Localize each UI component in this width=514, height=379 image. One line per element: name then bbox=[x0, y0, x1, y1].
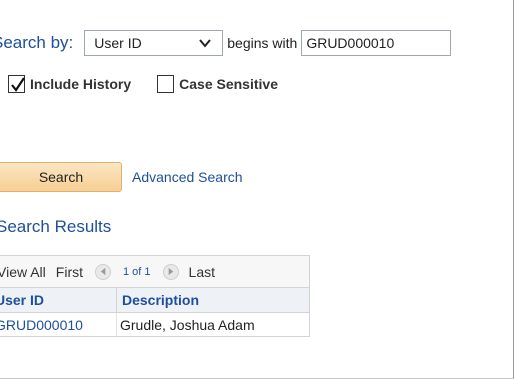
next-arrow-glyph bbox=[168, 267, 174, 276]
chevron-down-icon bbox=[199, 39, 212, 48]
search-field-selected-value: User ID bbox=[94, 35, 142, 51]
include-history-checkbox[interactable] bbox=[8, 75, 25, 93]
case-sensitive-label: Case Sensitive bbox=[179, 76, 278, 92]
search-results-grid: View All First 1 of 1 Last User ID Descr… bbox=[0, 255, 310, 337]
search-value-input[interactable] bbox=[301, 30, 452, 56]
grid-header-row: User ID Description bbox=[0, 288, 309, 313]
view-all-link[interactable]: View All bbox=[0, 264, 46, 280]
grid-navigation-bar: View All First 1 of 1 Last bbox=[0, 256, 309, 288]
page-count: 1 of 1 bbox=[123, 265, 151, 278]
search-options-row: Include History Case Sensitive bbox=[0, 71, 278, 97]
search-by-label: Search by: bbox=[0, 33, 74, 52]
first-page-link[interactable]: First bbox=[56, 264, 83, 280]
user-search-page: Search by: User ID begins with Include H… bbox=[0, 0, 514, 379]
include-history-label: Include History bbox=[30, 76, 132, 92]
next-arrow-icon[interactable] bbox=[162, 263, 179, 280]
description-cell: Grudle, Joshua Adam bbox=[120, 316, 255, 333]
search-field-select[interactable]: User ID bbox=[84, 30, 224, 56]
search-operator-label: begins with bbox=[227, 35, 298, 51]
last-page-link[interactable]: Last bbox=[189, 264, 215, 280]
search-criteria-row: Search by: User ID begins with bbox=[0, 28, 452, 58]
column-header-description[interactable]: Description bbox=[117, 288, 199, 312]
search-button[interactable]: Search bbox=[0, 162, 122, 192]
previous-arrow-icon[interactable] bbox=[95, 263, 111, 280]
table-row: GRUD000010 Grudle, Joshua Adam bbox=[0, 313, 309, 336]
case-sensitive-checkbox[interactable] bbox=[157, 75, 175, 93]
user-id-cell-link[interactable]: GRUD000010 bbox=[0, 313, 117, 336]
advanced-search-link[interactable]: Advanced Search bbox=[132, 169, 243, 185]
checkmark-icon bbox=[11, 77, 25, 92]
search-results-title: Search Results bbox=[0, 217, 112, 236]
previous-arrow-glyph bbox=[100, 267, 105, 276]
column-header-user-id[interactable]: User ID bbox=[0, 288, 117, 312]
